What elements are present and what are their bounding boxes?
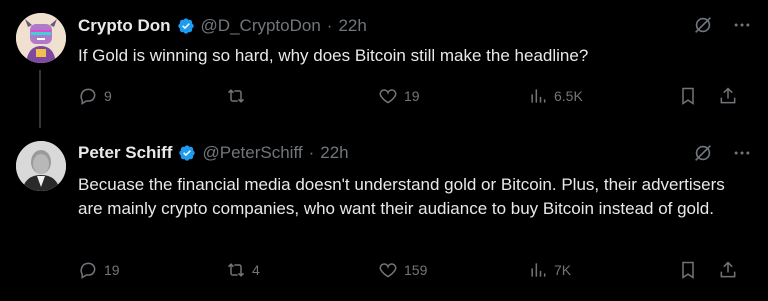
bookmark-icon (682, 87, 694, 105)
retweet-button[interactable]: 4 (226, 260, 260, 280)
tweet-text: If Gold is winning so hard, why does Bit… (78, 46, 589, 65)
reply-button[interactable]: 9 (78, 86, 112, 106)
like-icon (379, 89, 397, 104)
tweet-2[interactable]: Peter Schiff @PeterSchiff · 22h Becuase … (0, 130, 768, 301)
share-icon (720, 87, 736, 104)
views-count: 6.5K (554, 88, 583, 104)
views-icon (531, 263, 546, 277)
share-button[interactable] (718, 260, 738, 280)
separator-dot: · (326, 16, 333, 35)
like-icon (379, 263, 397, 278)
retweet-icon (227, 263, 245, 277)
like-count: 159 (404, 262, 428, 278)
grok-icon[interactable] (692, 14, 714, 36)
like-button[interactable]: 19 (378, 86, 420, 106)
views-icon (531, 89, 546, 103)
author-name[interactable]: Peter Schiff (78, 143, 172, 163)
like-count: 19 (404, 88, 420, 104)
avatar-peter-schiff[interactable] (16, 141, 66, 191)
reply-count: 19 (104, 262, 120, 278)
tweet-header: Crypto Don @D_CryptoDon · 22h (78, 14, 367, 38)
author-name[interactable]: Crypto Don (78, 16, 171, 36)
bookmark-button[interactable] (678, 86, 698, 106)
bookmark-icon (682, 261, 694, 279)
reply-button[interactable]: 19 (78, 260, 120, 280)
bookmark-button[interactable] (678, 260, 698, 280)
tweet-header: Peter Schiff @PeterSchiff · 22h (78, 141, 349, 165)
tweet-1[interactable]: Crypto Don @D_CryptoDon · 22h If Gold is… (0, 0, 768, 130)
separator-dot: · (308, 143, 315, 162)
verified-badge-icon (177, 18, 194, 34)
like-button[interactable]: 159 (378, 260, 427, 280)
author-handle[interactable]: @D_CryptoDon (201, 16, 321, 36)
share-icon (720, 261, 736, 278)
tweet-top-actions (692, 14, 752, 36)
reply-icon (80, 88, 96, 105)
tweet-top-actions (692, 142, 752, 164)
more-icon[interactable] (732, 143, 752, 163)
tweet-actions: 19 4 159 7K (78, 260, 750, 284)
grok-icon[interactable] (692, 142, 714, 164)
tweet-text: Becuase the financial media doesn't unde… (78, 175, 725, 218)
views-button[interactable]: 6.5K (528, 86, 583, 106)
more-icon[interactable] (732, 15, 752, 35)
verified-badge-icon (179, 145, 196, 161)
retweet-count: 4 (252, 262, 260, 278)
share-button[interactable] (718, 86, 738, 106)
views-count: 7K (554, 262, 572, 278)
timestamp[interactable]: 22h (320, 143, 348, 163)
retweet-button[interactable] (226, 86, 252, 106)
avatar-crypto-don[interactable] (16, 13, 66, 63)
tweet-actions: 9 19 6.5K (78, 86, 750, 110)
retweet-icon (227, 89, 245, 103)
author-handle[interactable]: @PeterSchiff (202, 143, 302, 163)
thread-line (39, 70, 41, 128)
timestamp[interactable]: 22h (338, 16, 366, 36)
reply-count: 9 (104, 88, 112, 104)
views-button[interactable]: 7K (528, 260, 571, 280)
reply-icon (80, 262, 96, 279)
